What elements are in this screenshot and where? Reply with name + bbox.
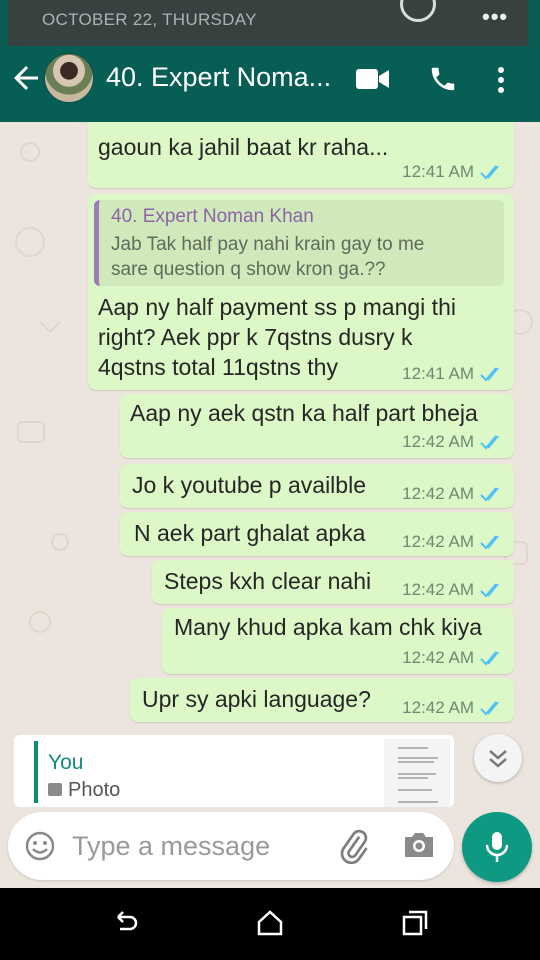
nav-back-icon[interactable] xyxy=(110,908,140,938)
read-receipt-icon xyxy=(480,701,499,716)
message-bubble[interactable]: Steps kxh clear nahi 12:42 AM xyxy=(152,560,514,604)
quoted-message[interactable]: 40. Expert Noman Khan Jab Tak half pay n… xyxy=(94,200,504,286)
read-receipt-icon xyxy=(480,435,499,450)
quoted-author: 40. Expert Noman Khan xyxy=(111,206,314,227)
overflow-menu-icon[interactable] xyxy=(496,66,506,94)
double-chevron-down-icon xyxy=(489,750,507,768)
message-bubble[interactable]: N aek part ghalat apka 12:42 AM xyxy=(120,512,514,556)
message-time: 12:41 AM xyxy=(402,162,474,181)
nav-home-icon[interactable] xyxy=(255,908,285,938)
reply-preview[interactable]: You Photo xyxy=(14,735,454,807)
message-time: 12:42 AM xyxy=(402,698,474,717)
attach-icon[interactable] xyxy=(336,828,372,864)
scroll-down-button[interactable] xyxy=(474,734,522,782)
message-text: Aap ny aek qstn ka half part bheja xyxy=(130,400,478,426)
quoted-text-line: sare question q show kron ga.?? xyxy=(111,259,386,280)
read-receipt-icon xyxy=(480,583,499,598)
read-receipt-icon xyxy=(480,367,499,382)
message-bubble[interactable]: Jo k youtube p availble 12:42 AM xyxy=(120,464,514,508)
message-text: gaoun ka jahil baat kr raha... xyxy=(98,134,389,160)
message-bubble-with-quote[interactable]: 40. Expert Noman Khan Jab Tak half pay n… xyxy=(88,194,514,390)
more-dots-icon[interactable]: ••• xyxy=(482,4,508,30)
message-time: 12:42 AM xyxy=(402,432,474,451)
message-text: Steps kxh clear nahi xyxy=(164,568,372,594)
message-time: 12:42 AM xyxy=(402,532,474,551)
camera-icon[interactable] xyxy=(402,830,436,860)
read-receipt-icon xyxy=(480,651,499,666)
back-arrow-icon[interactable] xyxy=(8,60,44,96)
message-time: 12:42 AM xyxy=(402,648,474,667)
message-bubble[interactable]: Many khud apka kam chk kiya 12:42 AM xyxy=(162,608,514,674)
message-text-line: Aap ny half payment ss p mangi thi xyxy=(98,294,456,320)
voice-record-button[interactable] xyxy=(462,812,532,882)
contact-name[interactable]: 40. Expert Noma... xyxy=(106,62,331,93)
phone-call-icon[interactable] xyxy=(428,64,458,94)
read-receipt-icon xyxy=(480,165,499,180)
system-nav-bar xyxy=(0,888,540,960)
chat-header: 40. Expert Noma... xyxy=(0,46,540,122)
reply-accent-bar xyxy=(34,741,38,803)
message-time: 12:42 AM xyxy=(402,484,474,503)
reply-type: Photo xyxy=(68,779,121,801)
message-text-line: 4qstns total 11qstns thy xyxy=(98,354,338,380)
notification-shade[interactable]: OCTOBER 22, THURSDAY ••• xyxy=(8,0,528,50)
message-text: Many khud apka kam chk kiya xyxy=(174,614,483,640)
read-receipt-icon xyxy=(480,535,499,550)
notification-date: OCTOBER 22, THURSDAY xyxy=(42,10,257,29)
message-composer xyxy=(8,812,454,880)
message-bubble[interactable]: Upr sy apki language? 12:42 AM xyxy=(130,678,514,722)
message-text: N aek part ghalat apka xyxy=(134,520,366,546)
photo-icon xyxy=(48,783,62,796)
message-text: Jo k youtube p availble xyxy=(132,472,366,498)
emoji-icon[interactable] xyxy=(24,830,56,862)
nav-recents-icon[interactable] xyxy=(400,908,430,938)
reply-thumbnail xyxy=(384,739,450,807)
message-text-line: right? Aek ppr k 7qstns dusry k xyxy=(98,324,413,350)
microphone-icon xyxy=(485,832,509,862)
message-bubble[interactable]: Aap ny aek qstn ka half part bheja 12:42… xyxy=(120,394,514,458)
reply-sender: You xyxy=(48,751,84,774)
message-time: 12:42 AM xyxy=(402,580,474,599)
read-receipt-icon xyxy=(480,487,499,502)
contact-avatar[interactable] xyxy=(44,53,94,103)
message-input[interactable] xyxy=(72,826,332,866)
video-call-icon[interactable] xyxy=(356,68,390,90)
message-bubble[interactable]: gaoun ka jahil baat kr raha... 12:41 AM xyxy=(88,122,514,188)
message-text: Upr sy apki language? xyxy=(142,686,371,712)
message-time: 12:41 AM xyxy=(402,364,474,383)
close-icon[interactable] xyxy=(400,0,436,22)
quoted-text-line: Jab Tak half pay nahi krain gay to me xyxy=(111,234,425,255)
